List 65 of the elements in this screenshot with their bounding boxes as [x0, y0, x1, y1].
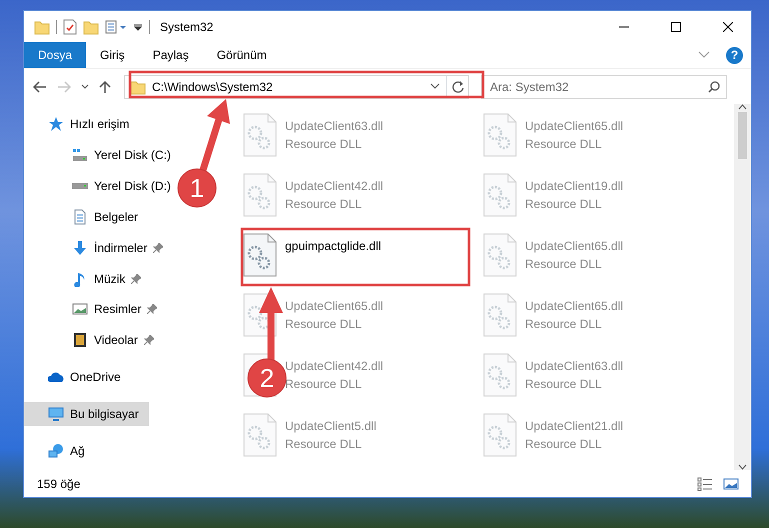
file-type: Resource DLL — [285, 436, 363, 453]
caret-icon[interactable] — [133, 22, 143, 32]
customize-toolbar-icon[interactable] — [105, 18, 127, 34]
step-badge — [248, 358, 286, 398]
step-badge — [178, 168, 216, 208]
network-icon — [48, 443, 64, 460]
sidebar-item[interactable]: OneDrive — [24, 365, 131, 390]
down-arrow-icon — [72, 240, 88, 256]
file-type: Resource DLL — [525, 136, 603, 153]
ribbon-tab[interactable]: Paylaş — [138, 42, 203, 68]
caret-icon — [81, 84, 89, 90]
arrow-right-icon — [57, 80, 71, 92]
arrow-left-icon — [33, 80, 47, 92]
picture-icon — [72, 301, 88, 318]
address-path: C:\Windows\System32 — [152, 78, 274, 96]
file-type: Resource DLL — [285, 376, 363, 393]
sidebar-item[interactable]: Bu bilgisayar — [24, 402, 149, 426]
properties-icon[interactable] — [63, 18, 77, 34]
chevron-down-icon[interactable] — [738, 464, 747, 470]
refresh-icon — [452, 80, 464, 92]
step-number: 2 — [260, 363, 274, 393]
document-icon — [72, 208, 88, 225]
search-field[interactable]: Ara: System32 — [481, 74, 727, 98]
item-count: 159 öğe — [37, 476, 82, 492]
file-type: Resource DLL — [285, 196, 363, 213]
film-icon — [72, 332, 88, 348]
chevron-down-icon[interactable] — [430, 83, 440, 90]
help-button[interactable]: ? — [726, 46, 743, 64]
sidebar-item[interactable]: Hızlı erişim — [24, 112, 140, 136]
window-title: System32 — [160, 18, 214, 36]
hard-drive-icon — [72, 182, 88, 189]
file-type: Resource DLL — [525, 436, 603, 453]
large-icons-view-icon[interactable] — [723, 476, 739, 490]
sidebar-item[interactable]: Videolar — [24, 328, 164, 352]
sidebar-item[interactable]: Yerel Disk (D:) — [24, 174, 181, 198]
address-field[interactable]: C:\Windows\System32 — [124, 74, 469, 98]
details-view-icon[interactable] — [697, 476, 713, 490]
sidebar-item[interactable]: Yerel Disk (C:) — [24, 142, 181, 167]
arrow-up-icon — [99, 80, 111, 94]
chevron-up-icon[interactable] — [738, 104, 747, 110]
monitor-icon — [48, 406, 64, 422]
scrollbar[interactable] — [734, 104, 751, 470]
file-type: Resource DLL — [525, 256, 603, 273]
ribbon-tab[interactable]: Giriş — [86, 42, 139, 68]
file-type: Resource DLL — [525, 376, 603, 393]
file-type: Resource DLL — [285, 316, 363, 333]
file-tab[interactable]: Dosya — [24, 42, 86, 68]
scrollbar-thumb[interactable] — [738, 112, 747, 159]
folder-icon — [130, 78, 146, 94]
sidebar-item[interactable]: İndirmeler — [24, 236, 174, 260]
hard-drive-icon — [72, 146, 88, 163]
search-icon[interactable] — [708, 80, 720, 92]
file-type: Resource DLL — [285, 136, 363, 153]
file-name[interactable]: gpuimpactglide.dll — [285, 237, 382, 255]
sidebar-item[interactable]: Belgeler — [24, 204, 148, 229]
sidebar-item[interactable]: Resimler — [24, 297, 168, 322]
maximize-icon — [671, 22, 681, 32]
file-type: Resource DLL — [525, 196, 603, 213]
close-icon — [723, 22, 733, 32]
sidebar-item[interactable]: Ağ — [24, 439, 95, 464]
file-type: Resource DLL — [525, 316, 603, 333]
ribbon-tab[interactable]: Görünüm — [202, 42, 281, 68]
star-icon — [48, 116, 64, 132]
sidebar-item[interactable]: Müzik — [24, 266, 152, 291]
step-number: 1 — [190, 173, 204, 203]
